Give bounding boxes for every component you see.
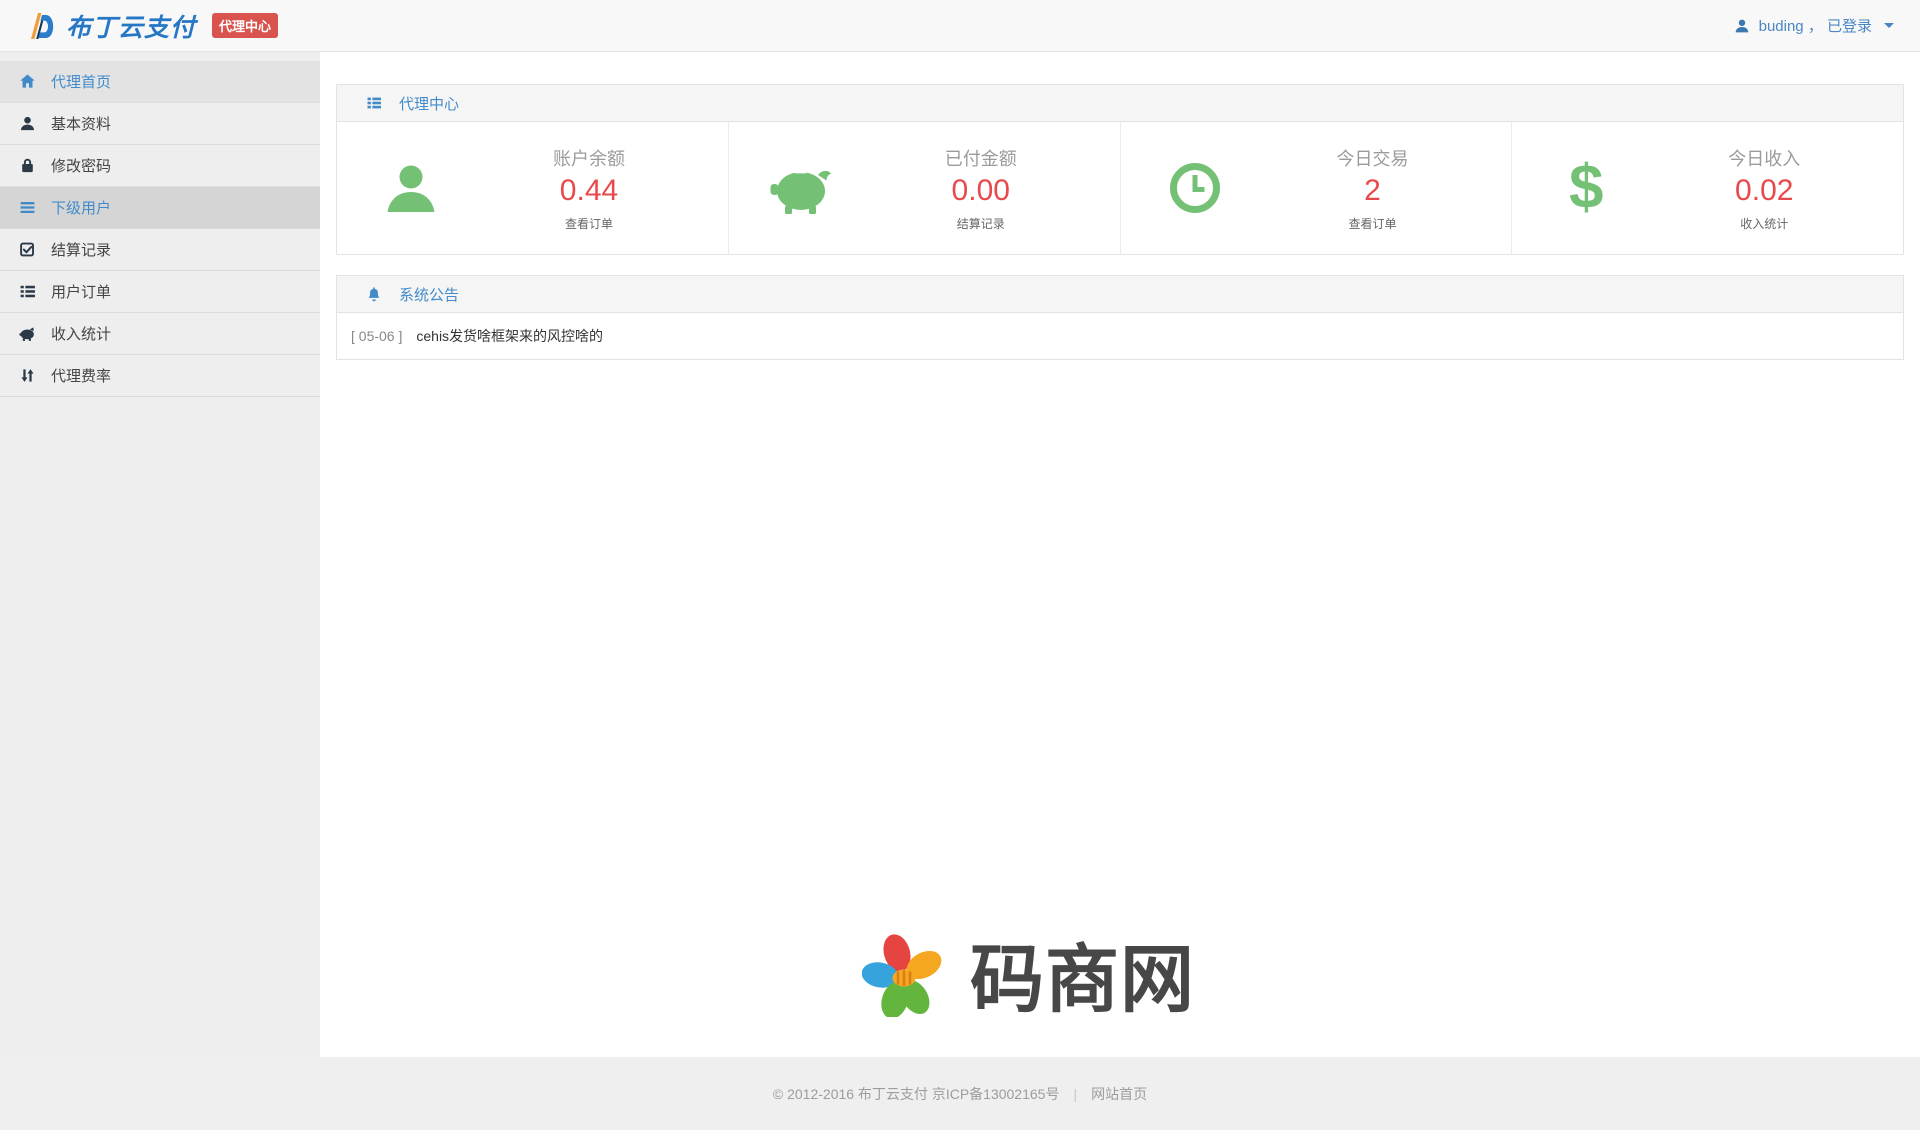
agent-center-badge: 代理中心 — [212, 13, 278, 38]
announcement-panel-header: 系统公告 — [337, 276, 1903, 313]
panel-title: 系统公告 — [399, 284, 459, 305]
watermark-text: 码商网 — [970, 920, 1195, 1027]
sidebar-item-label: 用户订单 — [51, 281, 111, 302]
stat-label: 今日交易 — [1263, 145, 1483, 171]
brand-name: 布丁云支付 — [66, 8, 196, 44]
stat-value: 0.00 — [871, 174, 1091, 207]
stat-dollar-icon: $ — [1546, 157, 1626, 219]
stat-account-balance: 账户余额 0.44 查看订单 — [337, 122, 728, 254]
stat-body: 账户余额 0.44 查看订单 — [479, 145, 699, 232]
stat-link-view-orders[interactable]: 查看订单 — [1263, 215, 1483, 232]
agent-center-panel: 代理中心 账户余额 0.44 查看订单 — [336, 84, 1904, 255]
stat-body: 今日收入 0.02 收入统计 — [1654, 145, 1874, 232]
sidebar-item-label: 修改密码 — [51, 155, 111, 176]
lock-icon — [19, 157, 36, 174]
stat-label: 今日收入 — [1654, 145, 1874, 171]
stat-today-transactions: 今日交易 2 查看订单 — [1120, 122, 1512, 254]
user-menu[interactable]: buding ， 已登录 — [1734, 15, 1894, 36]
stat-paid-amount: 已付金额 0.00 结算记录 — [728, 122, 1120, 254]
user-icon — [1734, 18, 1750, 34]
panel-title: 代理中心 — [399, 93, 459, 114]
sidebar-item-change-password[interactable]: 修改密码 — [0, 145, 320, 187]
stat-today-income: $ 今日收入 0.02 收入统计 — [1511, 122, 1903, 254]
sidebar-item-agent-rates[interactable]: 代理费率 — [0, 355, 320, 397]
stat-label: 已付金额 — [871, 145, 1091, 171]
top-navbar: 布丁云支付 代理中心 buding ， 已登录 — [0, 0, 1920, 52]
sidebar-item-label: 代理费率 — [51, 365, 111, 386]
sidebar-item-label: 下级用户 — [51, 197, 111, 218]
user-name-label: buding ， 已登录 — [1759, 15, 1872, 36]
person-icon — [19, 115, 36, 132]
sidebar-item-label: 结算记录 — [51, 239, 111, 260]
announcement-date: [ 05-06 ] — [351, 328, 402, 344]
stat-label: 账户余额 — [479, 145, 699, 171]
sidebar-item-profile[interactable]: 基本资料 — [0, 103, 320, 145]
announcement-panel: 系统公告 [ 05-06 ] cehis发货啥框架来的风控啥的 — [336, 275, 1904, 360]
sidebar-item-settlement-records[interactable]: 结算记录 — [0, 229, 320, 271]
stat-body: 已付金额 0.00 结算记录 — [871, 145, 1091, 232]
sidebar-item-income-stats[interactable]: 收入统计 — [0, 313, 320, 355]
list-icon — [19, 283, 36, 300]
sidebar-item-user-orders[interactable]: 用户订单 — [0, 271, 320, 313]
bell-icon — [366, 286, 382, 302]
main-area: 代理中心 账户余额 0.44 查看订单 — [320, 52, 1920, 1057]
check-square-icon — [19, 241, 36, 258]
agent-dashboard-page: 布丁云支付 代理中心 buding ， 已登录 代理首页 — [0, 0, 1920, 1130]
footer-copyright: © 2012-2016 布丁云支付 京ICP备13002165号 — [773, 1084, 1060, 1104]
footer-home-link[interactable]: 网站首页 — [1091, 1084, 1147, 1104]
content-row: 代理首页 基本资料 修改密码 下级用户 — [0, 52, 1920, 1057]
stat-link-income-stats[interactable]: 收入统计 — [1654, 215, 1874, 232]
sidebar-item-agent-home[interactable]: 代理首页 — [0, 61, 320, 103]
menu-lines-icon — [19, 199, 36, 216]
stats-row: 账户余额 0.44 查看订单 — [337, 122, 1903, 254]
piggy-bank-icon — [19, 325, 36, 342]
stat-value: 2 — [1263, 174, 1483, 207]
stat-value: 0.02 — [1654, 174, 1874, 207]
announcement-text: cehis发货啥框架来的风控啥的 — [416, 326, 603, 346]
brand-logo-icon — [26, 10, 56, 42]
stat-value: 0.44 — [479, 174, 699, 207]
agent-center-panel-header: 代理中心 — [337, 85, 1903, 122]
sidebar: 代理首页 基本资料 修改密码 下级用户 — [0, 52, 320, 1057]
sidebar-item-label: 收入统计 — [51, 323, 111, 344]
brand-logo[interactable]: 布丁云支付 — [26, 8, 196, 44]
stat-piggy-bank-icon — [763, 161, 843, 215]
sidebar-item-sub-users[interactable]: 下级用户 — [0, 187, 320, 229]
sidebar-item-label: 代理首页 — [51, 71, 111, 92]
stat-link-settlement-records[interactable]: 结算记录 — [871, 215, 1091, 232]
footer-separator: | — [1073, 1086, 1077, 1102]
announcement-item[interactable]: [ 05-06 ] cehis发货啥框架来的风控啥的 — [337, 313, 1903, 359]
home-icon — [19, 73, 36, 90]
chevron-down-icon — [1884, 23, 1894, 28]
sort-arrows-icon — [19, 367, 36, 384]
stat-user-icon — [371, 160, 451, 216]
site-watermark: 码商网 — [862, 920, 1195, 1027]
flower-logo-icon — [862, 931, 946, 1017]
th-list-icon — [366, 95, 382, 111]
page-footer: © 2012-2016 布丁云支付 京ICP备13002165号 | 网站首页 — [0, 1057, 1920, 1130]
stat-body: 今日交易 2 查看订单 — [1263, 145, 1483, 232]
stat-link-view-orders[interactable]: 查看订单 — [479, 215, 699, 232]
sidebar-item-label: 基本资料 — [51, 113, 111, 134]
stat-clock-icon — [1155, 162, 1235, 214]
